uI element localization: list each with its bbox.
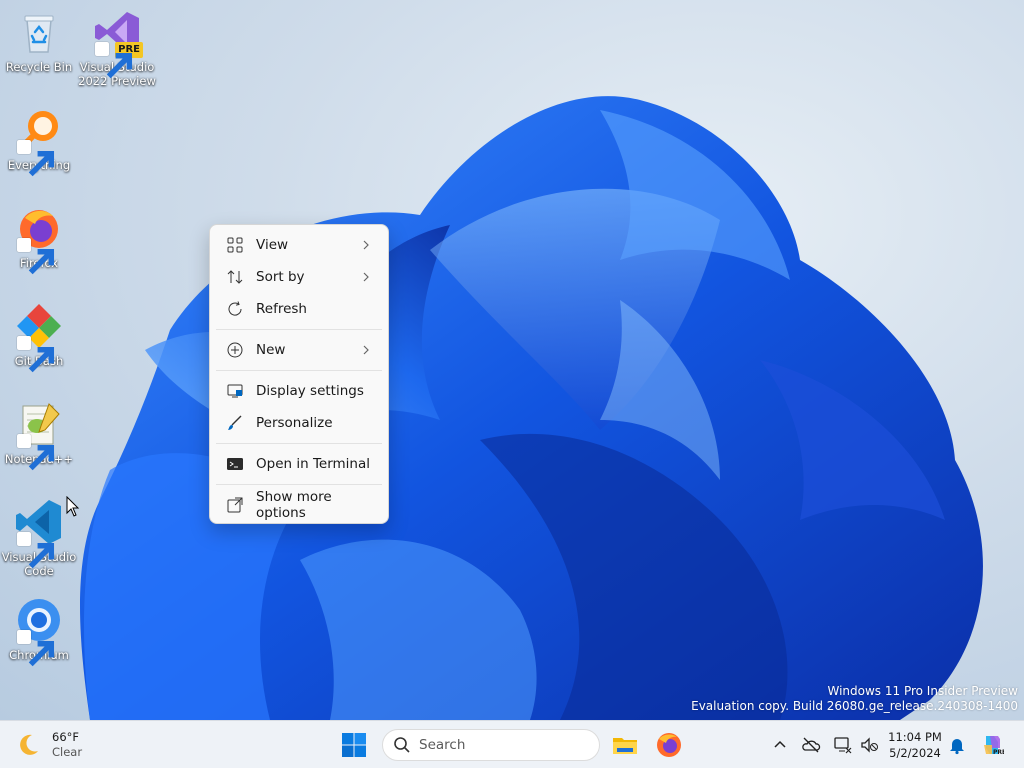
brush-icon [226,414,244,432]
desktop-icon-recycle-bin[interactable]: Recycle Bin [0,8,78,74]
sort-icon [226,268,244,286]
weather-temperature: 66°F [52,730,79,744]
menu-separator [216,484,382,485]
menu-item-view[interactable]: View [214,229,384,261]
desktop-icon-notepad-plus-plus[interactable]: Notepad++ [0,400,78,471]
menu-item-sort-by[interactable]: Sort by [214,261,384,293]
weather-condition: Clear [52,745,83,759]
network-icon[interactable] [833,735,853,755]
desktop-icon-git-bash[interactable]: Git Bash [0,302,78,373]
volume-muted-icon[interactable] [859,735,879,755]
chevron-right-icon [363,240,369,250]
menu-item-label: View [256,237,289,253]
chevron-up-icon[interactable] [770,735,790,755]
taskbar-clock[interactable]: 11:04 PM 5/2/2024 [884,729,946,761]
desktop-icon-chromium[interactable]: Chromium [0,596,78,667]
menu-item-display-settings[interactable]: Display settings [214,375,384,407]
search-input[interactable] [419,737,589,753]
terminal-icon [226,455,244,473]
moon-icon [20,734,38,755]
menu-item-open-in-terminal[interactable]: Open in Terminal [214,448,384,480]
shortcut-arrow-icon [17,434,55,471]
notification-bell-icon[interactable] [947,735,967,755]
chevron-right-icon [363,272,369,282]
menu-item-label: Display settings [256,383,364,399]
desktop-icon-label: Recycle Bin [5,60,73,74]
display-icon [226,382,244,400]
clock-date: 5/2/2024 [889,746,941,760]
search-icon [394,737,410,753]
watermark-line-2: Evaluation copy. Build 26080.ge_release.… [691,699,1018,713]
recycle-bin-icon [24,15,54,53]
menu-item-label: Refresh [256,301,307,317]
chevron-right-icon [363,345,369,355]
copilot-icon[interactable]: PRE [980,733,1004,757]
taskbar-search-box[interactable] [382,729,600,761]
file-explorer-icon[interactable] [611,731,639,759]
menu-item-new[interactable]: New [214,334,384,366]
shortcut-arrow-icon [17,140,55,177]
plus-circle-icon [226,341,244,359]
menu-item-label: Show more options [256,489,332,521]
evaluation-watermark: Windows 11 Pro Insider Preview Evaluatio… [691,684,1018,714]
refresh-icon [226,300,244,318]
menu-item-show-more-options[interactable]: Show more options [214,489,384,521]
desktop-icon-everything[interactable]: Everything [0,106,78,177]
menu-separator [216,329,382,330]
shortcut-arrow-icon [17,336,55,373]
menu-item-label: Personalize [256,415,333,431]
menu-item-personalize[interactable]: Personalize [214,407,384,439]
desktop-icon-visual-studio[interactable]: PRE Visual Studio 2022 Preview [78,8,156,88]
onedrive-offline-icon[interactable] [801,735,821,755]
menu-item-refresh[interactable]: Refresh [214,293,384,325]
external-icon [226,496,244,514]
desktop-wallpaper[interactable] [0,0,1024,720]
shortcut-arrow-icon [17,532,55,569]
svg-text:PRE: PRE [993,749,1004,756]
menu-item-label: New [256,342,286,358]
menu-separator [216,370,382,371]
grid-view-icon [226,236,244,254]
bloom-wallpaper-graphic [80,96,983,720]
shortcut-arrow-icon [17,238,55,275]
menu-separator [216,443,382,444]
mouse-cursor-icon [66,496,80,517]
windows-start-icon[interactable] [340,731,368,759]
taskbar: 66°F Clear 11:04 PM 5/2/2024 [0,720,1024,768]
desktop-icon-firefox[interactable]: Firefox [0,204,78,275]
watermark-line-1: Windows 11 Pro Insider Preview [827,684,1018,698]
clock-time: 11:04 PM [888,730,942,744]
shortcut-arrow-icon [95,42,133,79]
weather-widget[interactable]: 66°F Clear [14,727,82,763]
desktop-context-menu: View Sort by Refresh New Display setting… [209,224,389,524]
menu-item-label: Open in Terminal [256,456,370,472]
shortcut-arrow-icon [17,630,55,667]
menu-item-label: Sort by [256,269,305,285]
firefox-icon[interactable] [655,731,683,759]
